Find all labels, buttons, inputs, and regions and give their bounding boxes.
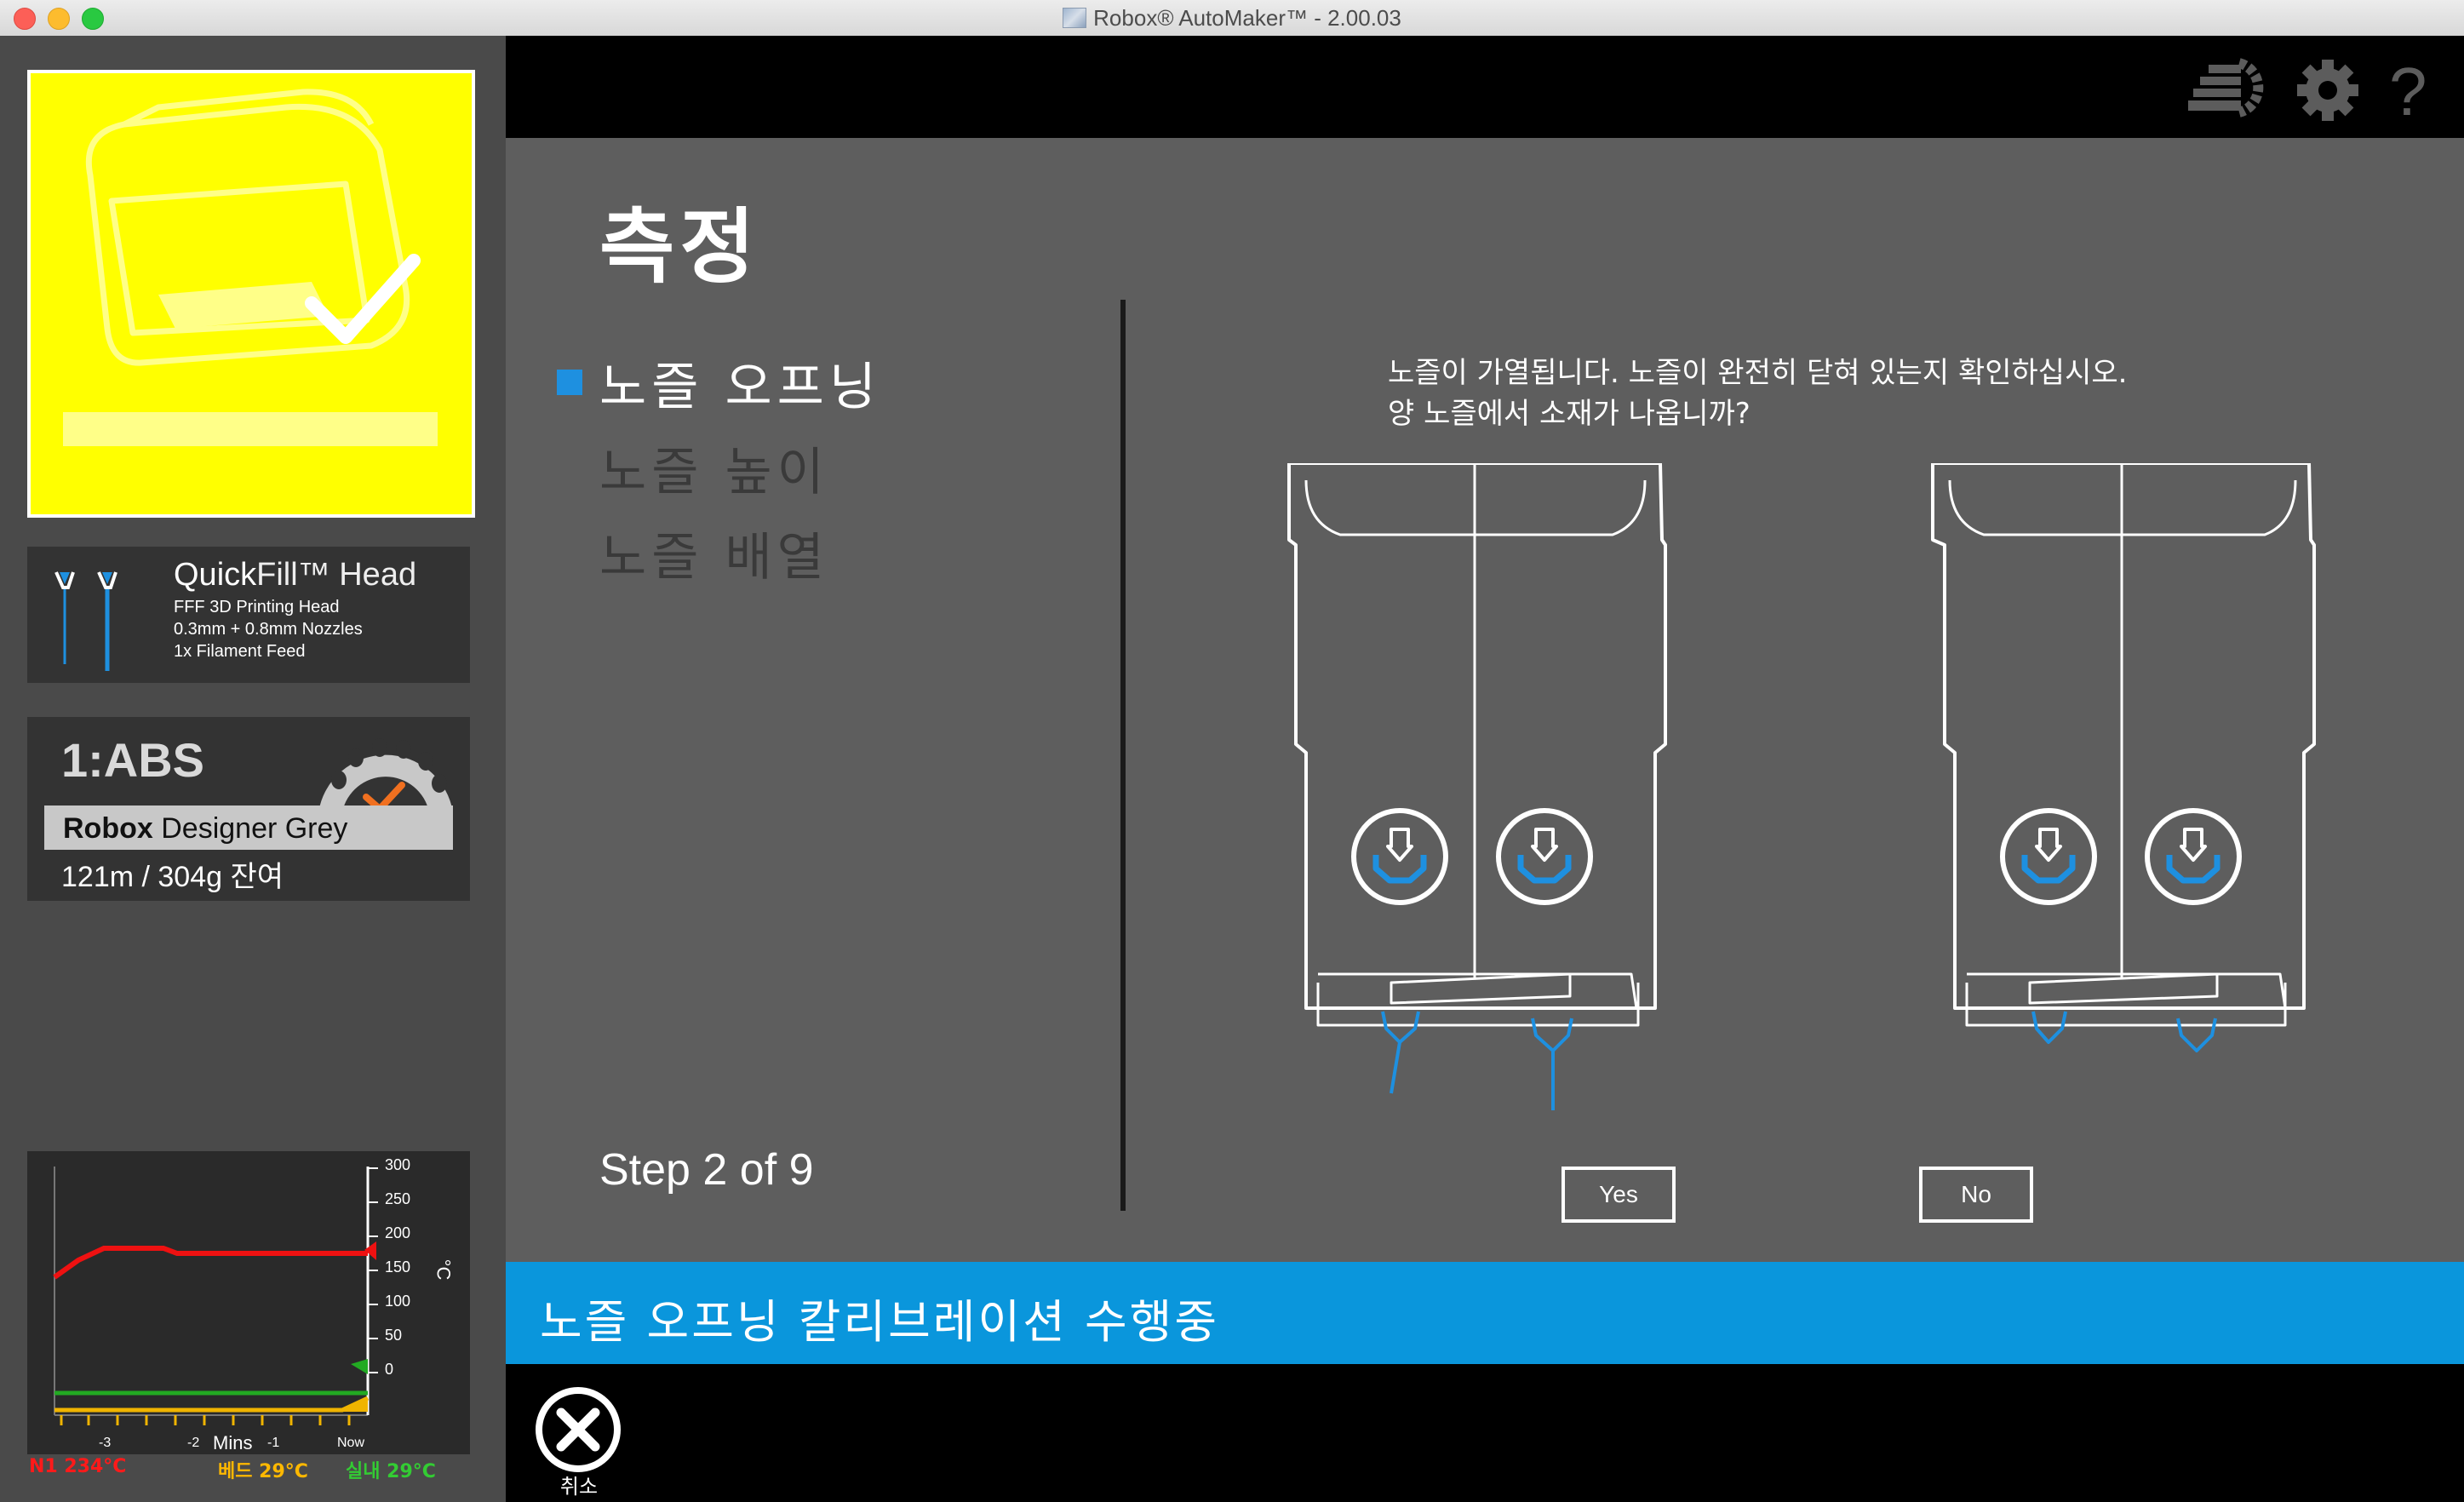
status-banner: 노즐 오프닝 칼리브레이션 수행중: [506, 1262, 2464, 1364]
layers-icon[interactable]: [2188, 58, 2273, 121]
head-feed: 1x Filament Feed: [174, 642, 306, 661]
title-bar: Robox® AutoMaker™ - 2.00.03: [0, 0, 2464, 37]
filament-card[interactable]: 1:ABS Robox Designer Grey 121m / 304g 잔여: [27, 717, 470, 901]
y-tick-200: 200: [385, 1224, 411, 1241]
cancel-button[interactable]: [531, 1383, 625, 1480]
active-step-marker: [557, 370, 582, 395]
x-tick-minus1: -1: [267, 1436, 280, 1450]
bed-temp-legend: 베드 29°C: [218, 1461, 308, 1482]
filament-brand: Robox: [63, 812, 153, 845]
y-tick-100: 100: [385, 1293, 411, 1310]
filament-color-name: Designer Grey: [152, 812, 348, 845]
status-banner-text: 노즐 오프닝 칼리브레이션 수행중: [540, 1295, 1220, 1349]
instruction-line-1: 노즐이 가열됩니다. 노즐이 완전히 닫혀 있는지 확인하십시오.: [1388, 356, 2128, 390]
window-title: Robox® AutoMaker™ - 2.00.03: [0, 3, 2464, 32]
step-nozzle-opening: 노즐 오프닝: [599, 358, 882, 417]
no-button[interactable]: No: [1919, 1167, 2033, 1223]
head-info-card[interactable]: QuickFill™ Head FFF 3D Printing Head 0.3…: [27, 547, 470, 683]
nozzle-temp-legend: N1 234°C: [29, 1456, 127, 1477]
head-name-thin: Fill™ Head: [256, 557, 417, 593]
y-tick-50: 50: [385, 1327, 403, 1344]
x-tick-minus2: -2: [187, 1436, 200, 1450]
y-axis-unit: °C: [433, 1258, 455, 1281]
top-toolbar: ?: [506, 36, 2464, 138]
y-tick-0: 0: [385, 1361, 394, 1378]
x-tick-minus3: -3: [99, 1436, 112, 1450]
head-with-extrusion-illustration: [1287, 463, 1667, 1110]
step-counter: Step 2 of 9: [599, 1145, 814, 1195]
window-title-text: Robox® AutoMaker™ - 2.00.03: [1093, 5, 1401, 31]
head-without-extrusion-illustration: [1931, 463, 2316, 1052]
x-axis-label: Mins: [213, 1432, 253, 1453]
head-type: FFF 3D Printing Head: [174, 598, 340, 616]
printer-ready-icon: [63, 89, 438, 446]
app-icon: [1063, 8, 1087, 28]
y-tick-150: 150: [385, 1258, 411, 1276]
filament-remaining: 121m / 304g 잔여: [61, 861, 284, 893]
bottom-toolbar: 취소: [506, 1364, 2464, 1502]
sidebar: QuickFill™ Head FFF 3D Printing Head 0.3…: [0, 36, 506, 1502]
cancel-label: 취소: [559, 1475, 599, 1499]
instruction-line-2: 양 노즐에서 소재가 나옵니까?: [1388, 397, 1751, 431]
x-tick-now: Now: [337, 1436, 365, 1450]
ambient-temp-legend: 실내 29°C: [346, 1461, 436, 1482]
step-nozzle-alignment: 노즐 배열: [599, 528, 829, 588]
y-tick-300: 300: [385, 1156, 411, 1173]
filament-name-bar: Robox Designer Grey: [44, 805, 453, 850]
page-title: 측정: [599, 199, 760, 295]
step-nozzle-height: 노즐 높이: [599, 443, 829, 502]
filament-id: 1:ABS: [61, 733, 205, 787]
help-icon[interactable]: ?: [2389, 53, 2427, 131]
head-name-bold: Quick: [174, 557, 257, 593]
yes-button[interactable]: Yes: [1561, 1167, 1676, 1223]
panel-divider: [1120, 300, 1126, 1211]
calibration-panel: 측정 노즐 오프닝 노즐 높이 노즐 배열 Step 2 of 9 노즐이 가열…: [506, 138, 2464, 1262]
head-nozzles-icon: [53, 562, 155, 676]
head-nozzles: 0.3mm + 0.8mm Nozzles: [174, 620, 363, 639]
close-circle-icon: [536, 1387, 621, 1472]
filament-reel-icon: [318, 738, 453, 812]
y-tick-250: 250: [385, 1190, 411, 1207]
head-title: QuickFill™ Head: [174, 557, 416, 593]
filament-name: Robox Designer Grey: [63, 812, 347, 846]
temperature-graph: 300 250 200 150 100 50 0 °C -3 -2 Mins -…: [27, 1151, 470, 1454]
printer-status-tile[interactable]: [27, 70, 475, 518]
gear-icon[interactable]: [2295, 58, 2360, 126]
